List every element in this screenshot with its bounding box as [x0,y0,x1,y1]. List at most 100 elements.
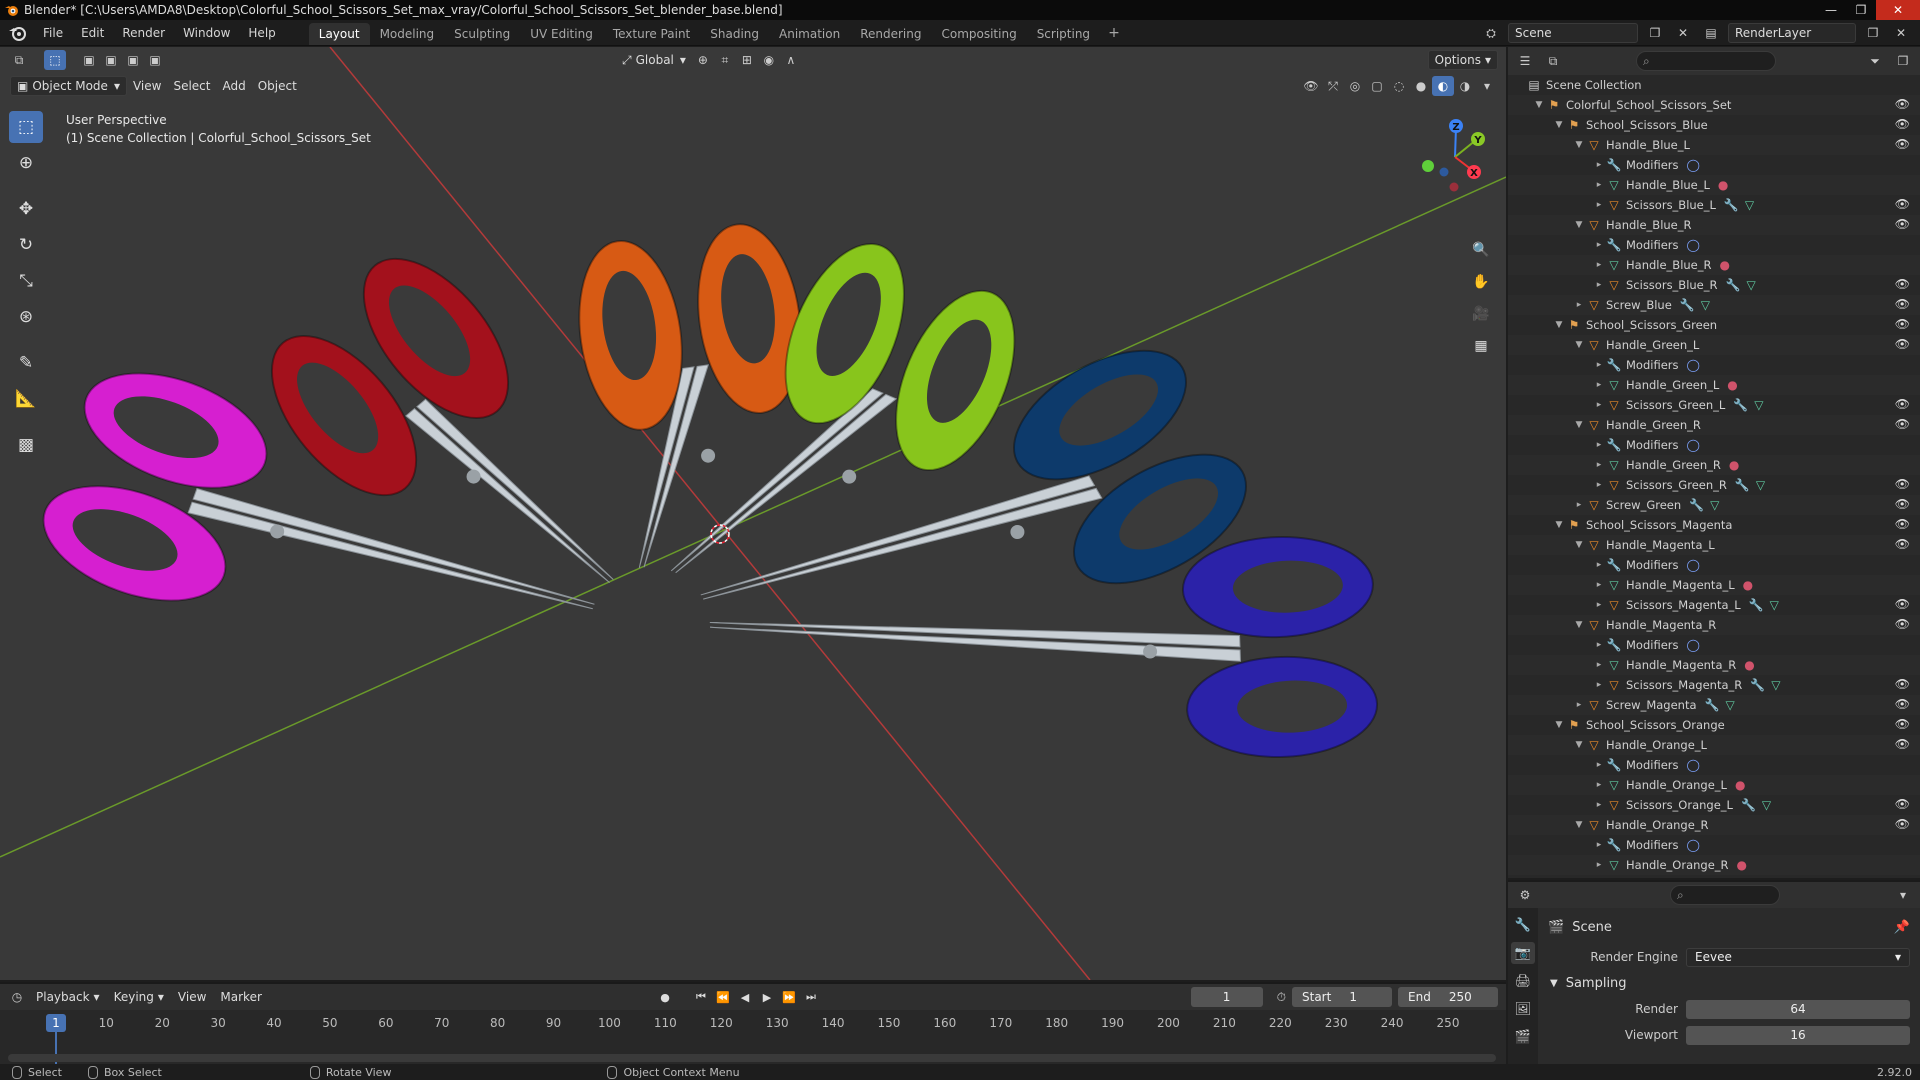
expand-right-icon[interactable]: ▸ [1592,760,1606,770]
visibility-eye-icon[interactable]: 👁 [1895,397,1910,411]
expand-right-icon[interactable]: ▸ [1592,580,1606,590]
wrench-icon[interactable]: 🔧 [1726,278,1741,292]
modifier-circle-icon[interactable]: ◯ [1687,238,1700,252]
pin-icon[interactable]: 📌 [1894,920,1910,935]
timeline-menu-playback[interactable]: Playback ▾ [30,987,106,1007]
timeline-editor-icon[interactable]: ◷ [6,987,28,1007]
expand-right-icon[interactable]: ▸ [1572,500,1586,510]
timeline-ruler[interactable]: 10 20 30 40 50 60 70 80 90 100 110 120 130 140 150 160 1… [0,1010,1506,1036]
add-workspace-icon[interactable]: + [1100,25,1128,41]
visibility-icon[interactable]: 👁 [1300,76,1322,96]
visibility-eye-icon[interactable]: 👁 [1895,337,1910,351]
transform-tool-icon[interactable]: ⊛ [9,301,43,333]
delete-scene-icon[interactable]: ✕ [1672,23,1694,43]
tool-tab-icon[interactable]: 🔧 [1511,914,1535,936]
expand-down-icon[interactable]: ▼ [1572,340,1586,350]
transform-orientation-dropdown[interactable]: ⤢ Global ▾ [616,50,692,70]
outliner-row[interactable]: ▸ ▽ Scissors_Blue_L 🔧 ▽ 👁 [1508,195,1920,215]
move-tool-icon[interactable]: ✥ [9,193,43,225]
menu-help[interactable]: Help [239,20,284,46]
timeline-menu-marker[interactable]: Marker [214,987,267,1007]
solid-shading-icon[interactable]: ● [1410,76,1432,96]
expand-right-icon[interactable]: ▸ [1592,280,1606,290]
visibility-eye-icon[interactable]: 👁 [1895,417,1910,431]
outliner-row[interactable]: ▸ 🔧 Modifiers ◯ [1508,355,1920,375]
expand-right-icon[interactable]: ▸ [1592,240,1606,250]
expand-right-icon[interactable]: ▸ [1592,200,1606,210]
outliner-row[interactable]: ▸ 🔧 Modifiers ◯ [1508,835,1920,855]
modifier-circle-icon[interactable]: ◯ [1687,358,1700,372]
scale-tool-icon[interactable]: ⤡ [9,265,43,297]
outliner-row[interactable]: ▸ ▽ Handle_Blue_R ● [1508,255,1920,275]
tab-uv-editing[interactable]: UV Editing [520,23,603,45]
select-intersect-icon[interactable]: ▣ [144,50,166,70]
outliner-row[interactable]: ▸ ▽ Handle_Green_R ● [1508,455,1920,475]
tab-animation[interactable]: Animation [769,23,850,45]
expand-right-icon[interactable]: ▸ [1592,160,1606,170]
clock-icon[interactable]: ⏱ [1277,990,1286,1005]
scene-icon[interactable]: ⛭ [1480,23,1502,43]
select-box-tool-icon[interactable]: ⬚ [9,111,43,143]
visibility-eye-icon[interactable]: 👁 [1895,817,1910,831]
new-scene-icon[interactable]: ❐ [1644,23,1666,43]
snap-target-icon[interactable]: ⊞ [736,50,758,70]
tab-scripting[interactable]: Scripting [1027,23,1100,45]
timeline-menu-keying[interactable]: Keying ▾ [108,987,170,1007]
mesh-data-icon[interactable]: ▽ [1756,478,1765,492]
overlay-icon[interactable]: ◎ [1344,76,1366,96]
outliner-row[interactable]: ▸ ▽ Scissors_Orange_L 🔧 ▽ 👁 [1508,795,1920,815]
falloff-icon[interactable]: ∧ [780,50,802,70]
mesh-data-icon[interactable]: ▽ [1745,198,1754,212]
mesh-data-icon[interactable]: ▽ [1746,278,1755,292]
visibility-eye-icon[interactable]: 👁 [1895,597,1910,611]
ortho-grid-icon[interactable]: ▦ [1468,333,1494,359]
modifier-circle-icon[interactable]: ◯ [1687,558,1700,572]
timeline-menu-view[interactable]: View [172,987,212,1007]
proportional-edit-icon[interactable]: ◉ [758,50,780,70]
menu-render[interactable]: Render [113,20,174,46]
chevron-down-icon[interactable]: ▾ [1892,885,1914,905]
wrench-icon[interactable]: 🔧 [1680,298,1695,312]
mesh-data-icon[interactable]: ▽ [1754,398,1763,412]
outliner-row[interactable]: ▤ Scene Collection [1508,75,1920,95]
expand-right-icon[interactable]: ▸ [1592,460,1606,470]
shading-options-icon[interactable]: ▾ [1476,76,1498,96]
rotate-tool-icon[interactable]: ↻ [9,229,43,261]
wrench-icon[interactable]: 🔧 [1741,798,1756,812]
outliner-row[interactable]: ▸ ▽ Handle_Green_L ● [1508,375,1920,395]
properties-editor-icon[interactable]: ⚙ [1514,885,1536,905]
expand-right-icon[interactable]: ▸ [1592,440,1606,450]
expand-down-icon[interactable]: ▼ [1572,140,1586,150]
editor-type-icon[interactable]: ⧉ [8,50,30,70]
expand-right-icon[interactable]: ▸ [1592,660,1606,670]
visibility-eye-icon[interactable]: 👁 [1895,537,1910,551]
tab-texture-paint[interactable]: Texture Paint [603,23,700,45]
tab-rendering[interactable]: Rendering [850,23,931,45]
visibility-eye-icon[interactable]: 👁 [1895,717,1910,731]
viewport-scene[interactable] [0,47,1506,980]
outliner-row[interactable]: ▸ ▽ Handle_Orange_R ● [1508,855,1920,875]
cursor-tool-icon[interactable]: ⊕ [9,147,43,179]
modifier-circle-icon[interactable]: ◯ [1687,438,1700,452]
outliner-row[interactable]: ▸ ▽ Scissors_Magenta_L 🔧 ▽ 👁 [1508,595,1920,615]
outliner-row[interactable]: ▸ ▽ Screw_Blue 🔧 ▽ 👁 [1508,295,1920,315]
timeline-scrollbar[interactable] [8,1054,1496,1062]
menu-file[interactable]: File [34,20,72,46]
visibility-eye-icon[interactable]: 👁 [1895,477,1910,491]
expand-right-icon[interactable]: ▸ [1592,780,1606,790]
outliner-row[interactable]: ▸ 🔧 Modifiers ◯ [1508,635,1920,655]
mode-dropdown[interactable]: ▣ Object Mode ▾ [10,76,127,96]
outliner-row[interactable]: ▸ ▽ Scissors_Green_L 🔧 ▽ 👁 [1508,395,1920,415]
expand-right-icon[interactable]: ▸ [1592,260,1606,270]
viewport-samples-field[interactable]: 16 [1686,1025,1910,1045]
annotate-tool-icon[interactable]: ✎ [9,347,43,379]
wrench-icon[interactable]: 🔧 [1750,678,1765,692]
measure-tool-icon[interactable]: 📐 [9,383,43,415]
expand-down-icon[interactable]: ▼ [1572,740,1586,750]
visibility-eye-icon[interactable]: 👁 [1895,277,1910,291]
wrench-icon[interactable]: 🔧 [1705,698,1720,712]
xray-icon[interactable]: ▢ [1366,76,1388,96]
scene-tab-icon[interactable]: 🎬 [1511,1026,1535,1048]
outliner-row[interactable]: ▼ ⚑ School_Scissors_Magenta 👁 [1508,515,1920,535]
viewport-menu-view[interactable]: View [127,76,167,96]
